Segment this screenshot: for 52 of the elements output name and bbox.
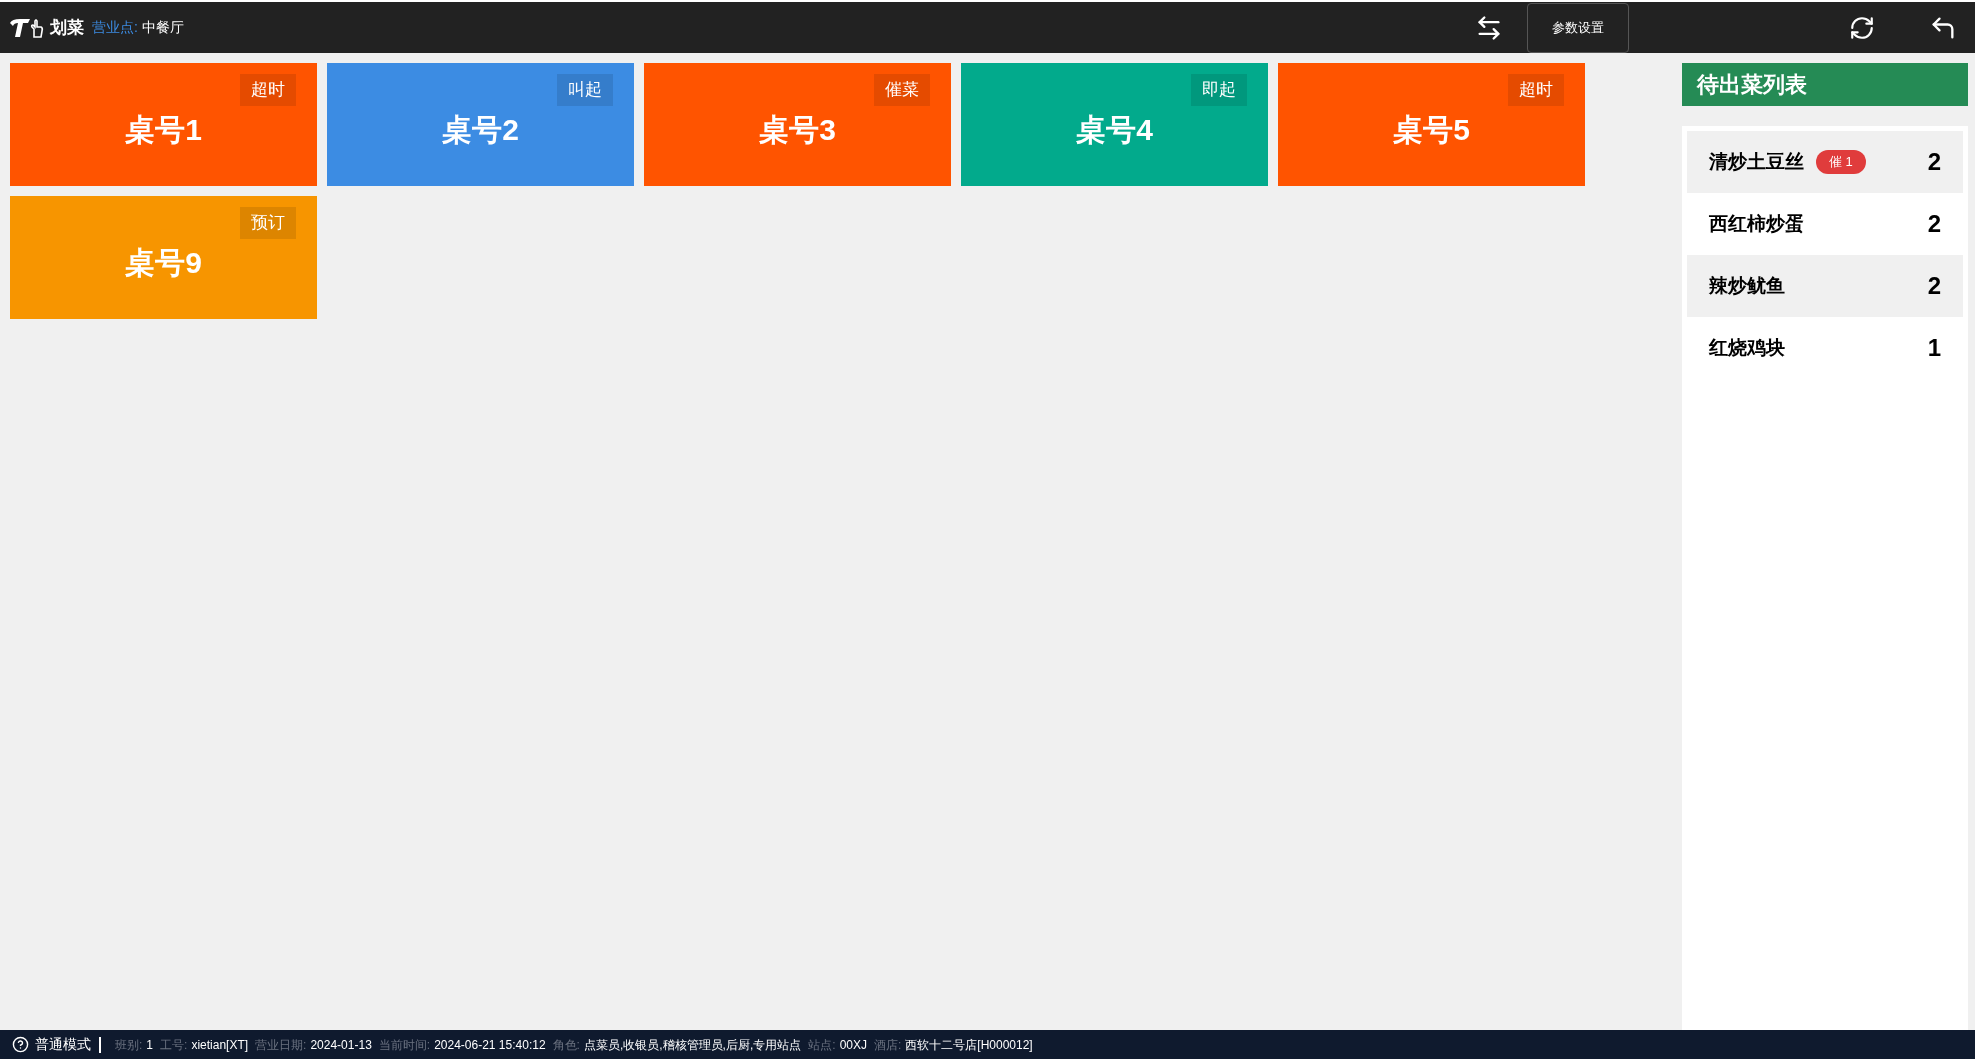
table-card[interactable]: 桌号5 超时 xyxy=(1278,63,1585,186)
dish-count: 2 xyxy=(1927,271,1941,301)
table-card[interactable]: 桌号9 预订 xyxy=(10,196,317,319)
status-tag: 叫起 xyxy=(557,74,613,106)
status-label: 站点: xyxy=(808,1036,836,1054)
table-name: 桌号2 xyxy=(442,112,519,148)
outlet-name: 中餐厅 xyxy=(141,18,184,37)
logo-icon xyxy=(8,16,46,39)
status-tag: 即起 xyxy=(1191,74,1247,106)
status-label: 班别: xyxy=(115,1036,143,1054)
dish-count: 2 xyxy=(1927,209,1941,239)
dish-name: 辣炒鱿鱼 xyxy=(1709,273,1785,298)
table-name: 桌号3 xyxy=(759,112,836,148)
table-name: 桌号5 xyxy=(1393,112,1470,148)
status-label: 角色: xyxy=(552,1036,580,1054)
table-name: 桌号4 xyxy=(1076,112,1153,148)
dish-row[interactable]: 辣炒鱿鱼 2 xyxy=(1687,255,1963,317)
status-tag: 超时 xyxy=(240,74,296,106)
status-label: 营业日期: xyxy=(255,1036,307,1054)
dish-count: 1 xyxy=(1927,333,1941,363)
dish-name: 西红柿炒蛋 xyxy=(1709,211,1804,236)
dish-name: 红烧鸡块 xyxy=(1709,335,1785,360)
status-value: 2024-01-13 xyxy=(310,1036,372,1054)
outlet-label: 营业点: xyxy=(92,18,138,37)
table-name: 桌号1 xyxy=(125,112,202,148)
status-value: 00XJ xyxy=(839,1036,867,1054)
refresh-icon[interactable] xyxy=(1849,14,1875,41)
table-name: 桌号9 xyxy=(125,245,202,281)
status-tag: 超时 xyxy=(1508,74,1564,106)
status-label: 工号: xyxy=(160,1036,188,1054)
status-value: 点菜员,收银员,稽核管理员,后厨,专用站点 xyxy=(583,1036,802,1054)
status-label: 当前时间: xyxy=(378,1036,431,1054)
table-card[interactable]: 桌号3 催菜 xyxy=(644,63,951,186)
dish-name: 清炒土豆丝 xyxy=(1709,149,1804,174)
dish-row[interactable]: 清炒土豆丝 催 1 2 xyxy=(1687,131,1963,193)
status-value: 1 xyxy=(146,1036,154,1054)
status-value: 2024-06-21 15:40:12 xyxy=(434,1036,546,1054)
dish-count: 2 xyxy=(1927,147,1941,177)
urge-badge: 催 1 xyxy=(1816,150,1866,174)
status-value: xietian[XT] xyxy=(191,1036,249,1054)
table-card[interactable]: 桌号2 叫起 xyxy=(327,63,634,186)
status-value: 西软十二号店[H000012] xyxy=(905,1036,1033,1054)
settings-button[interactable]: 参数设置 xyxy=(1527,2,1629,53)
help-icon[interactable] xyxy=(12,1036,29,1053)
mode-label: 普通模式 xyxy=(35,1035,91,1054)
table-card[interactable]: 桌号4 即起 xyxy=(961,63,1268,186)
status-tag: 预订 xyxy=(240,207,296,239)
status-label: 酒店: xyxy=(874,1036,902,1054)
status-tag: 催菜 xyxy=(874,74,930,106)
app-title: 划菜 xyxy=(50,16,84,39)
panel-header: 待出菜列表 xyxy=(1682,63,1968,106)
table-card[interactable]: 桌号1 超时 xyxy=(10,63,317,186)
